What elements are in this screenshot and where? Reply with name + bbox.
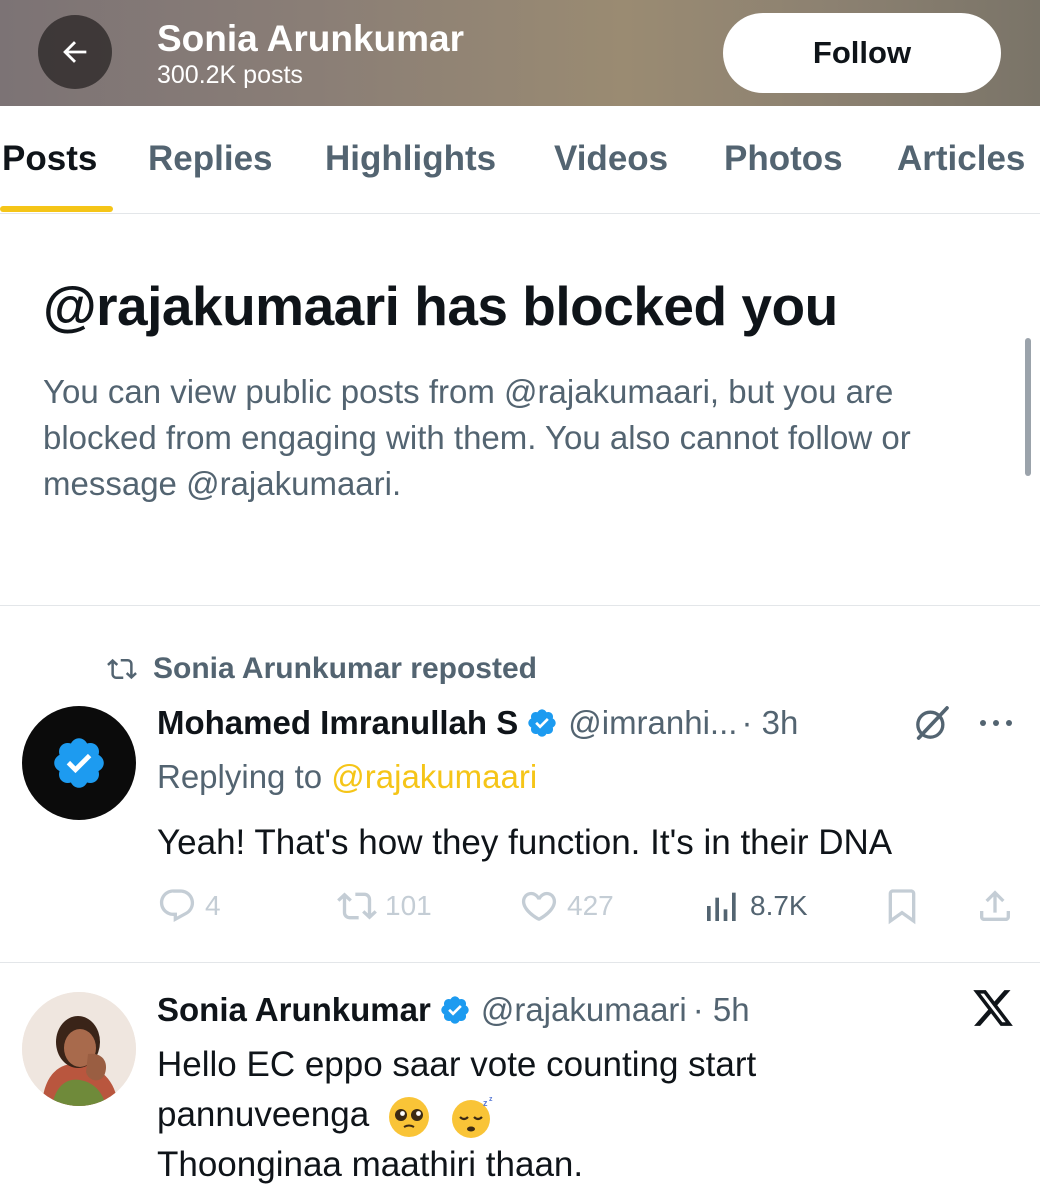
avatar[interactable] [22,992,136,1106]
pleading-face-emoji-icon [388,1096,429,1137]
svg-text:z: z [489,1096,493,1103]
verified-icon [441,996,469,1024]
author-handle[interactable]: @rajakumaari [481,990,687,1030]
divider [0,962,1040,963]
bookmark-icon [888,889,916,925]
post-text: Hello EC eppo saar vote counting start p… [157,1040,1017,1190]
replying-mention[interactable]: @rajakumaari [331,758,537,795]
post-text-line: Hello EC eppo saar vote counting start [157,1045,757,1084]
post-count: 300.2K posts [157,61,303,89]
tab-posts[interactable]: Posts [2,138,97,180]
replying-prefix: Replying to [157,758,323,795]
tab-photos[interactable]: Photos [724,138,843,180]
blocked-description: You can view public posts from @rajakuma… [43,373,911,502]
view-count: 8.7K [750,890,808,921]
views-button[interactable]: 8.7K [702,886,808,926]
verified-icon [528,709,556,737]
svg-text:z: z [483,1098,488,1108]
repost-count: 101 [385,890,432,921]
profile-header: Sonia Arunkumar 300.2K posts Follow [0,0,1040,106]
post-text-line: pannuveenga z z [157,1090,1017,1140]
like-count: 427 [567,890,614,921]
author-name[interactable]: Sonia Arunkumar [157,990,431,1030]
blocked-title: @rajakumaari has blocked you [43,275,838,337]
repost-label: Sonia Arunkumar reposted [153,652,537,685]
repost-icon [337,892,377,920]
repost-button[interactable]: 101 [337,886,432,926]
more-options-icon[interactable] [975,710,1017,736]
follow-button[interactable]: Follow [723,13,1001,93]
tab-articles[interactable]: Articles [897,138,1025,180]
verified-badge-icon [54,738,104,788]
profile-photo [22,992,136,1106]
analytics-icon [707,892,736,921]
scrollbar[interactable] [1025,338,1031,476]
tab-videos[interactable]: Videos [554,138,668,180]
reply-icon [159,889,195,923]
post-text-line: Thoonginaa maathiri thaan. [157,1145,584,1184]
x-logo-icon[interactable] [970,986,1016,1030]
heart-icon [521,891,557,921]
post-text-segment: pannuveenga [157,1095,370,1134]
back-button[interactable] [38,15,112,89]
post-header: Mohamed Imranullah S @imranhi... · 3h [157,703,798,743]
replying-to: Replying to @rajakumaari [157,758,537,796]
divider [0,605,1040,606]
post-text: Yeah! That's how they function. It's in … [157,823,893,862]
grok-icon[interactable] [912,703,952,743]
post-header: Sonia Arunkumar @rajakumaari · 5h [157,990,750,1030]
post-time: · 3h [741,704,799,741]
repost-indicator: Sonia Arunkumar reposted [105,652,537,686]
author-name[interactable]: Mohamed Imranullah S [157,703,518,743]
bookmark-button[interactable] [882,886,922,926]
post-time: · 5h [692,991,750,1028]
avatar[interactable] [22,706,136,820]
reply-button[interactable]: 4 [157,886,221,926]
author-handle[interactable]: @imranhi... [568,703,737,743]
repost-icon [107,658,137,680]
like-button[interactable]: 427 [519,886,614,926]
profile-name: Sonia Arunkumar [157,18,465,59]
sleeping-face-emoji-icon: z z [451,1096,493,1138]
share-button[interactable] [975,886,1015,926]
tab-highlights[interactable]: Highlights [325,138,496,180]
active-tab-indicator [0,206,113,212]
share-icon [980,890,1010,921]
arrow-left-icon [63,41,87,63]
post-actions: 4 101 427 8.7K [157,886,1017,930]
reply-count: 4 [205,890,221,921]
tab-replies[interactable]: Replies [148,138,273,180]
profile-tabs: Posts Replies Highlights Videos Photos A… [0,106,1040,214]
